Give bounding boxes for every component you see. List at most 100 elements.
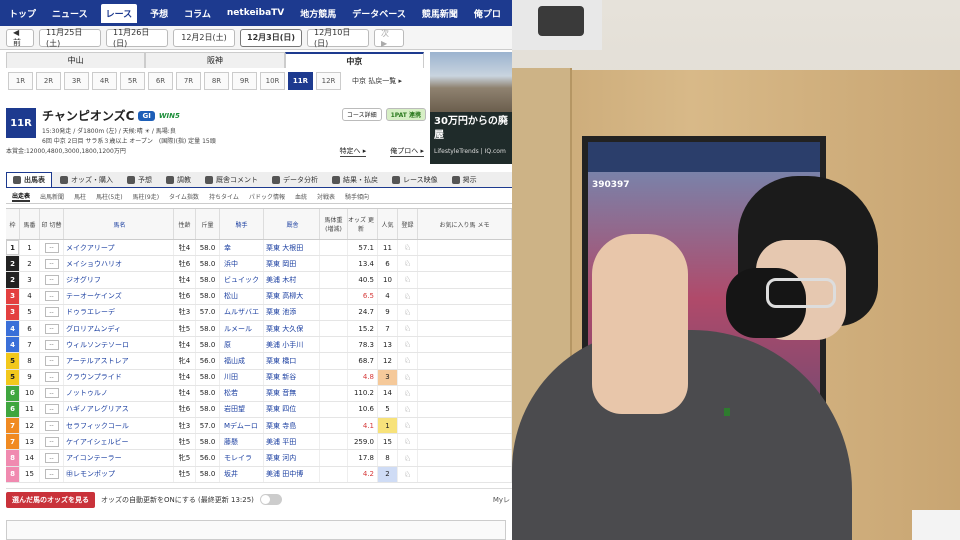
mark-selector[interactable]: -- — [44, 469, 59, 480]
memo-cell[interactable] — [418, 434, 512, 450]
nav-item[interactable]: 俺プロ — [471, 5, 504, 22]
my-list-label[interactable]: Myレ — [493, 495, 512, 505]
race-tab[interactable]: レース映像 — [386, 172, 444, 187]
auto-update-toggle[interactable] — [259, 494, 282, 505]
jockey-link[interactable]: 原 — [220, 337, 264, 353]
memo-cell[interactable] — [418, 369, 512, 385]
memo-cell[interactable] — [418, 385, 512, 401]
mark-selector[interactable]: -- — [44, 388, 59, 399]
jockey-link[interactable]: ムルザバエ — [220, 304, 264, 320]
sub-tab[interactable]: 馬柱(9走) — [133, 192, 160, 201]
jockey-link[interactable]: 松山 — [220, 288, 264, 304]
sub-tab[interactable]: 馬柱(5走) — [96, 192, 123, 201]
horse-name-link[interactable]: ノットゥルノ — [64, 385, 174, 401]
trainer-link[interactable]: 栗東 四位 — [264, 401, 320, 418]
horse-name-link[interactable]: アイコンテーラー — [64, 450, 174, 466]
sub-tab[interactable]: タイム指数 — [169, 192, 199, 201]
jockey-link[interactable]: Mデムーロ — [220, 418, 264, 434]
horse-name-link[interactable]: メイクアリープ — [64, 240, 174, 256]
nav-item[interactable]: 地方競馬 — [297, 5, 339, 22]
horse-name-link[interactable]: メイショウハリオ — [64, 256, 174, 272]
memo-cell[interactable] — [418, 240, 512, 256]
date-button[interactable]: 12月2日(土) — [173, 28, 235, 47]
orepro-link[interactable]: 俺プロへ ▸ — [390, 146, 424, 157]
toku-link[interactable]: 特定へ ▸ — [339, 146, 367, 157]
race-button[interactable]: 6R — [148, 72, 173, 90]
jockey-link[interactable]: 幸 — [220, 240, 264, 256]
jockey-link[interactable]: 川田 — [220, 369, 264, 385]
sub-tab[interactable]: パドック情報 — [249, 192, 285, 201]
trainer-link[interactable]: 栗東 岡田 — [264, 256, 320, 272]
horse-register-icon[interactable]: ♘ — [404, 259, 411, 268]
horse-name-link[interactable]: セラフィックコール — [64, 418, 174, 434]
mark-selector[interactable]: -- — [44, 242, 59, 253]
trainer-link[interactable]: 栗東 大久保 — [264, 320, 320, 337]
trainer-link[interactable]: 美浦 平田 — [264, 434, 320, 450]
horse-register-icon[interactable]: ♘ — [404, 243, 411, 252]
horse-name-link[interactable]: ㊥レモンポップ — [64, 466, 174, 482]
race-tab[interactable]: 厩舎コメント — [199, 172, 264, 187]
memo-cell[interactable] — [418, 401, 512, 418]
sub-tab[interactable]: 血統 — [295, 192, 307, 201]
horse-register-icon[interactable]: ♘ — [404, 421, 411, 430]
nav-item[interactable]: データベース — [349, 5, 409, 22]
view-odds-button[interactable]: 選んだ馬のオッズを見る — [6, 491, 95, 508]
venue-tab[interactable]: 中山 — [6, 52, 146, 68]
race-button[interactable]: 2R — [36, 72, 61, 90]
course-detail-button[interactable]: コース詳細 — [341, 108, 382, 121]
trainer-link[interactable]: 栗東 大根田 — [264, 240, 320, 256]
mark-selector[interactable]: -- — [44, 404, 59, 415]
mark-selector[interactable]: -- — [44, 453, 59, 464]
header-odds[interactable]: オッズ 更新 — [348, 209, 378, 239]
memo-cell[interactable] — [418, 256, 512, 272]
sub-tab[interactable]: 対戦表 — [317, 192, 335, 201]
nav-item[interactable]: netkeibaTV — [224, 6, 287, 20]
date-button[interactable]: 12月3日(日) — [240, 28, 302, 47]
mark-selector[interactable]: -- — [44, 307, 59, 318]
memo-cell[interactable] — [418, 466, 512, 482]
sub-tab[interactable]: 馬柱 — [74, 192, 86, 201]
mark-selector[interactable]: -- — [44, 420, 59, 431]
race-button[interactable]: 7R — [176, 72, 201, 90]
mark-selector[interactable]: -- — [44, 436, 59, 447]
sub-tab[interactable]: 出馬新聞 — [40, 192, 64, 201]
horse-register-icon[interactable]: ♘ — [404, 437, 411, 446]
memo-cell[interactable] — [418, 320, 512, 337]
memo-cell[interactable] — [418, 304, 512, 320]
date-button[interactable]: 11月25日(土) — [39, 28, 101, 48]
race-button[interactable]: 4R — [92, 72, 117, 90]
trainer-link[interactable]: 栗東 新谷 — [264, 369, 320, 385]
memo-cell[interactable] — [418, 272, 512, 288]
mark-selector[interactable]: -- — [44, 258, 59, 269]
sub-tab[interactable]: 騎手傾向 — [345, 192, 369, 201]
horse-register-icon[interactable]: ♘ — [404, 356, 411, 365]
horse-register-icon[interactable]: ♘ — [404, 275, 411, 284]
mark-selector[interactable]: -- — [44, 355, 59, 366]
memo-cell[interactable] — [418, 353, 512, 369]
nav-item[interactable]: 競馬新聞 — [419, 5, 461, 22]
ipat-button[interactable]: 1PAT 連携 — [385, 108, 426, 121]
race-tab[interactable]: 出馬表 — [6, 172, 52, 187]
jockey-link[interactable]: 藤懸 — [220, 434, 264, 450]
mark-selector[interactable]: -- — [44, 274, 59, 285]
nav-item[interactable]: レース — [100, 3, 138, 23]
mark-selector[interactable]: -- — [44, 323, 59, 334]
race-button[interactable]: 11R — [288, 72, 313, 90]
horse-name-link[interactable]: グロリアムンディ — [64, 320, 174, 337]
horse-register-icon[interactable]: ♘ — [404, 308, 411, 317]
race-button[interactable]: 1R — [8, 72, 33, 90]
race-button[interactable]: 9R — [232, 72, 257, 90]
jockey-link[interactable]: 坂井 — [220, 466, 264, 482]
horse-register-icon[interactable]: ♘ — [404, 292, 411, 301]
trainer-link[interactable]: 栗東 寺島 — [264, 418, 320, 434]
race-button[interactable]: 10R — [260, 72, 285, 90]
trainer-link[interactable]: 栗東 河内 — [264, 450, 320, 466]
nav-item[interactable]: ニュース — [49, 5, 91, 22]
horse-register-icon[interactable]: ♘ — [404, 373, 411, 382]
jockey-link[interactable]: モレイラ — [220, 450, 264, 466]
jockey-link[interactable]: 松若 — [220, 385, 264, 401]
next-date-button[interactable]: 次 ▶ — [374, 28, 404, 48]
race-tab[interactable]: 調教 — [160, 172, 197, 187]
jockey-link[interactable]: ルメール — [220, 320, 264, 337]
jockey-link[interactable]: 福山成 — [220, 353, 264, 369]
